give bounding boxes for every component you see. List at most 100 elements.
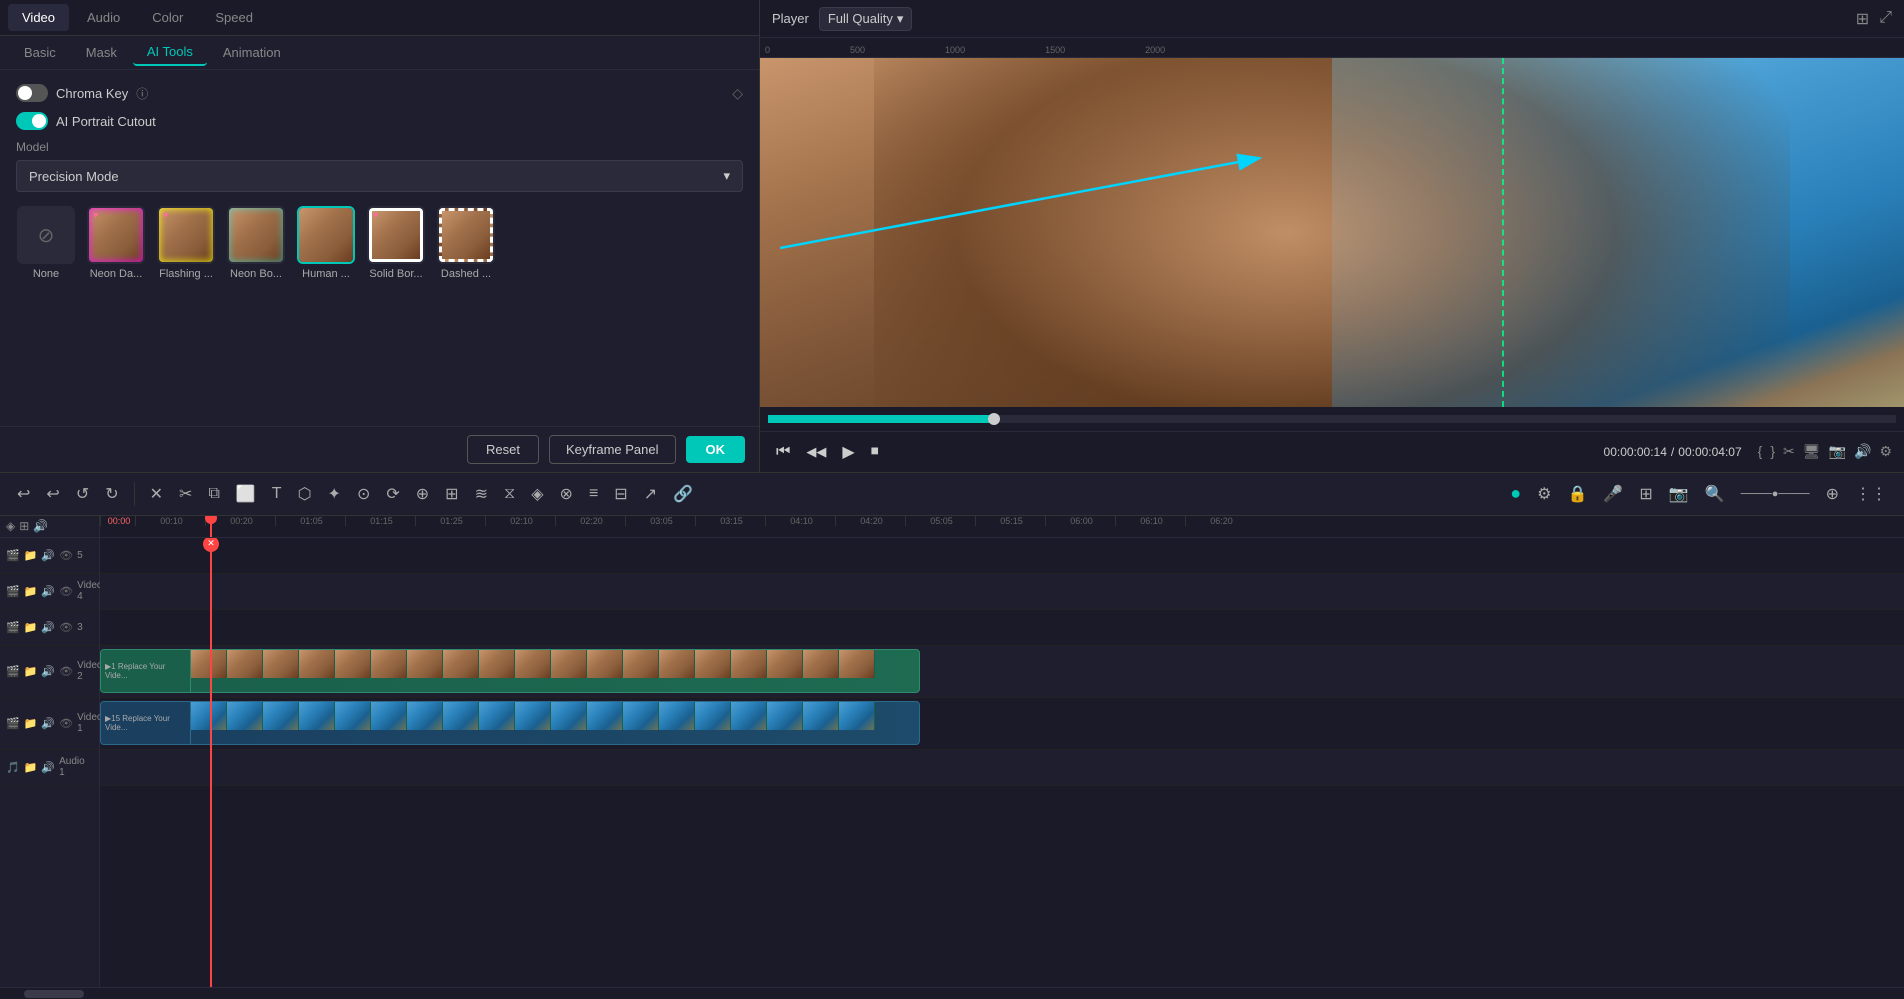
time-icon[interactable]: ⧖ [499, 480, 520, 508]
model-dropdown[interactable]: Precision Mode ▾ [16, 160, 743, 192]
track3-eye-icon[interactable]: 👁 [59, 621, 73, 634]
screenshot-icon[interactable]: 📷 [1829, 443, 1846, 460]
t-mark-12: 05:05 [905, 516, 975, 526]
effect-flashing[interactable]: ♥ Flashing ... [156, 206, 216, 280]
track3-folder-icon[interactable]: 📁 [24, 621, 38, 634]
copy-icon[interactable]: ⧉ [203, 480, 224, 508]
horizontal-scrollbar[interactable] [0, 987, 1904, 999]
undo2-icon[interactable]: ↩ [41, 479, 64, 509]
trim-icon[interactable]: ✂ [1783, 443, 1795, 460]
track2-folder-icon[interactable]: 📁 [24, 665, 38, 678]
volume-icon[interactable]: 🔊 [1854, 443, 1871, 460]
track4-eye-icon[interactable]: 👁 [59, 585, 73, 598]
text-icon[interactable]: T [267, 480, 287, 508]
tab-color[interactable]: Color [138, 4, 197, 31]
track1-eye-icon[interactable]: 👁 [59, 717, 73, 730]
stop-button[interactable]: ⏹ [867, 439, 883, 465]
play-button[interactable]: ▶ [838, 438, 858, 466]
mic-icon[interactable]: 🎤 [1598, 479, 1628, 509]
chroma-key-toggle[interactable] [16, 84, 48, 102]
settings2-icon[interactable]: ⚙ [1532, 479, 1556, 509]
mask-icon[interactable]: ⊗ [555, 479, 578, 509]
tab-animation[interactable]: Animation [209, 40, 295, 65]
tab-ai-tools[interactable]: AI Tools [133, 39, 207, 66]
undo-icon[interactable]: ↩ [12, 479, 35, 509]
track1-speaker-icon[interactable]: 🔊 [41, 717, 55, 730]
effect-icon[interactable]: ✦ [323, 479, 346, 509]
crop-icon[interactable]: ⬜ [231, 479, 261, 509]
grid-icon-tb[interactable]: ⊞ [440, 479, 463, 509]
tab-audio[interactable]: Audio [73, 4, 134, 31]
tab-speed[interactable]: Speed [201, 4, 267, 31]
track4-folder-icon[interactable]: 📁 [24, 585, 38, 598]
effect-solid-bor[interactable]: ♥ Solid Bor... [366, 206, 426, 280]
clip-sea-13 [623, 702, 659, 730]
more-icon[interactable]: ⋮⋮ [1850, 479, 1892, 509]
bracket-right-icon[interactable]: } [1770, 443, 1775, 460]
track-ctrl-audio1: 🎵 📁 🔊 Audio 1 [0, 750, 100, 786]
track5-folder-icon[interactable]: 📁 [24, 549, 38, 562]
expand-icon[interactable]: ⤢ [1879, 9, 1892, 29]
import-icon[interactable]: ⊞ [1634, 479, 1657, 509]
track4-speaker-icon[interactable]: 🔊 [41, 585, 55, 598]
audio1-folder-icon[interactable]: 📁 [24, 761, 38, 774]
add-icon[interactable]: ⊕ [411, 479, 434, 509]
track3-speaker-icon[interactable]: 🔊 [41, 621, 55, 634]
effect-dashed[interactable]: Dashed ... [436, 206, 496, 280]
settings-icon[interactable]: ⚙ [1879, 443, 1892, 460]
effect-human[interactable]: Human ... [296, 206, 356, 280]
grid-icon[interactable]: ⊞ [1856, 9, 1869, 29]
frame-back-button[interactable]: ◀◀ [802, 440, 830, 464]
progress-thumb[interactable] [988, 413, 1000, 425]
bracket-left-icon[interactable]: { [1758, 443, 1763, 460]
rotate-icon[interactable]: ⟳ [381, 479, 404, 509]
track5-eye-icon[interactable]: 👁 [59, 549, 73, 562]
ok-button[interactable]: OK [686, 436, 746, 463]
redo-icon[interactable]: ↺ [71, 479, 94, 509]
track2-speaker-icon[interactable]: 🔊 [41, 665, 55, 678]
cut-icon[interactable]: ✂ [174, 479, 197, 509]
tab-mask[interactable]: Mask [72, 40, 131, 65]
progress-bar[interactable] [768, 415, 1896, 423]
chroma-key-info-icon[interactable]: ⓘ [136, 85, 148, 102]
reset-button[interactable]: Reset [467, 435, 539, 464]
lock-icon[interactable]: 🔒 [1563, 479, 1593, 509]
rewind-button[interactable]: ⏮ [772, 439, 794, 465]
effect-none[interactable]: ⊘ None [16, 206, 76, 280]
menu-icon[interactable]: ≡ [584, 480, 603, 508]
layer-icon[interactable]: ◈ [526, 479, 548, 509]
scrollbar-thumb[interactable] [24, 990, 84, 998]
ai-portrait-toggle[interactable] [16, 112, 48, 130]
delete-icon[interactable]: ✕ [145, 479, 168, 509]
effect-thumb-neon-da: ♥ [87, 206, 145, 264]
track5-speaker-icon[interactable]: 🔊 [41, 549, 55, 562]
track3-camera-icon: 🎬 [6, 621, 20, 634]
redo2-icon[interactable]: ↻ [100, 479, 123, 509]
quality-select[interactable]: Full Quality ▾ [819, 7, 913, 31]
zoom-out-icon[interactable]: 🔍 [1700, 479, 1730, 509]
camera2-icon[interactable]: 📷 [1664, 479, 1694, 509]
tab-basic[interactable]: Basic [10, 40, 70, 65]
video-clip-1[interactable]: ▶15 Replace Your Vide... [100, 701, 920, 745]
audio1-speaker-icon[interactable]: 🔊 [41, 761, 55, 774]
filter-icon[interactable]: ≋ [470, 479, 493, 509]
zoom-slider[interactable]: ────●──── [1736, 483, 1815, 505]
track2-eye-icon[interactable]: 👁 [59, 665, 73, 678]
link-icon[interactable]: 🔗 [668, 479, 698, 509]
monitor-icon[interactable]: 🖥 [1803, 443, 1821, 460]
sticker-icon[interactable]: ⊙ [352, 479, 375, 509]
export-icon[interactable]: ↗ [639, 479, 662, 509]
effect-neon-da[interactable]: ♥ Neon Da... [86, 206, 146, 280]
tab-video[interactable]: Video [8, 4, 69, 31]
video-clip-2[interactable]: ▶1 Replace Your Vide... [100, 649, 920, 693]
track1-folder-icon[interactable]: 📁 [24, 717, 38, 730]
keyframe-panel-button[interactable]: Keyframe Panel [549, 435, 676, 464]
green-dot-icon[interactable]: ● [1505, 478, 1526, 509]
effect-neon-bo[interactable]: Neon Bo... [226, 206, 286, 280]
toolbar: ↩ ↩ ↺ ↻ ✕ ✂ ⧉ ⬜ T ⬡ ✦ ⊙ ⟳ ⊕ ⊞ ≋ ⧖ ◈ ⊗ ≡ … [0, 472, 1904, 516]
track2-camera-icon: 🎬 [6, 665, 20, 678]
minus-icon[interactable]: ⊟ [609, 479, 632, 509]
t-mark-15: 06:10 [1115, 516, 1185, 526]
zoom-in-icon[interactable]: ⊕ [1821, 479, 1844, 509]
shape-icon[interactable]: ⬡ [293, 479, 317, 509]
